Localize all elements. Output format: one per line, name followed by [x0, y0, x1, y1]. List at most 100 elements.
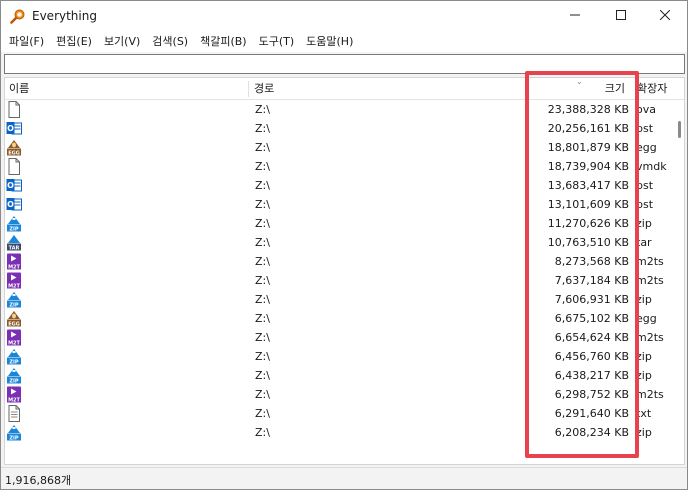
svg-text:O: O: [7, 200, 14, 209]
menu-edit[interactable]: 편집(E): [50, 32, 98, 52]
tar-archive-icon: TAR: [6, 234, 22, 251]
m2t-video-icon: M2T: [6, 329, 22, 346]
row-size: 6,298,752 KB: [554, 388, 629, 401]
menu-tools[interactable]: 도구(T): [253, 32, 301, 52]
table-row[interactable]: M2T Z:\ 6,298,752 KB m2ts: [5, 385, 677, 404]
row-path: Z:\: [255, 122, 270, 135]
table-row[interactable]: ZIP Z:\ 6,438,217 KB zip: [5, 366, 677, 385]
column-divider[interactable]: [248, 81, 249, 97]
table-row[interactable]: Z:\ 23,388,328 KB ova: [5, 100, 677, 119]
svg-text:ZIP: ZIP: [9, 303, 18, 309]
svg-text:ZIP: ZIP: [9, 379, 18, 385]
row-extension: txt: [636, 407, 652, 420]
window-title: Everything: [32, 9, 97, 23]
table-row[interactable]: ZIP Z:\ 6,456,760 KB zip: [5, 347, 677, 366]
row-extension: pst: [636, 198, 654, 211]
table-row[interactable]: M2T Z:\ 7,637,184 KB m2ts: [5, 271, 677, 290]
table-row[interactable]: Z:\ 6,291,640 KB txt: [5, 404, 677, 423]
table-row[interactable]: ZIP Z:\ 11,270,626 KB zip: [5, 214, 677, 233]
table-row[interactable]: O Z:\ 13,683,417 KB pst: [5, 176, 677, 195]
row-extension: m2ts: [636, 274, 664, 287]
menu-search[interactable]: 검색(S): [146, 32, 194, 52]
column-header-extension[interactable]: 확장자: [635, 78, 680, 100]
row-path: Z:\: [255, 426, 270, 439]
m2t-video-icon: M2T: [6, 386, 22, 403]
results-rows: Z:\ 23,388,328 KB ova O Z:\ 20,256,161 KB pst E…: [5, 100, 677, 464]
title-bar[interactable]: Everything: [1, 1, 687, 32]
row-path: Z:\: [255, 369, 270, 382]
minimize-icon: [570, 10, 580, 23]
row-path: Z:\: [255, 236, 270, 249]
row-extension: zip: [636, 369, 652, 382]
column-header-size[interactable]: 크기: [530, 78, 631, 100]
row-size: 6,654,624 KB: [554, 331, 629, 344]
column-header-name[interactable]: 이름: [9, 78, 247, 100]
search-input[interactable]: [5, 55, 684, 73]
row-path: Z:\: [255, 331, 270, 344]
vertical-scrollbar[interactable]: [675, 100, 684, 464]
magnifier-icon: [10, 8, 26, 24]
column-header-path[interactable]: 경로: [251, 78, 530, 100]
table-row[interactable]: ZIP Z:\ 6,208,234 KB zip: [5, 423, 677, 442]
maximize-button[interactable]: [598, 1, 644, 32]
row-extension: m2ts: [636, 388, 664, 401]
svg-text:ZIP: ZIP: [9, 227, 18, 233]
svg-text:O: O: [7, 181, 14, 190]
table-row[interactable]: ZIP Z:\ 7,606,931 KB zip: [5, 290, 677, 309]
row-size: 13,101,609 KB: [547, 198, 629, 211]
column-header-row: 이름 경로 ⌄ 크기 확장자: [5, 78, 684, 100]
m2t-video-icon: M2T: [6, 253, 22, 270]
row-size: 13,683,417 KB: [547, 179, 629, 192]
table-row[interactable]: O Z:\ 13,101,609 KB pst: [5, 195, 677, 214]
row-size: 7,637,184 KB: [554, 274, 629, 287]
row-path: Z:\: [255, 103, 270, 116]
status-bar: 1,916,868개: [1, 467, 687, 489]
svg-text:M2T: M2T: [8, 284, 20, 290]
svg-text:TAR: TAR: [9, 246, 20, 252]
row-size: 23,388,328 KB: [547, 103, 629, 116]
outlook-pst-icon: O: [6, 196, 22, 213]
scrollbar-thumb[interactable]: [678, 121, 681, 138]
row-extension: ova: [636, 103, 656, 116]
row-path: Z:\: [255, 388, 270, 401]
row-size: 6,291,640 KB: [554, 407, 629, 420]
menu-help[interactable]: 도움말(H): [300, 32, 359, 52]
zip-archive-icon: ZIP: [6, 291, 22, 308]
result-count: 1,916,868개: [5, 474, 72, 487]
row-extension: zip: [636, 293, 652, 306]
row-size: 6,456,760 KB: [554, 350, 629, 363]
row-path: Z:\: [255, 160, 270, 173]
menu-file[interactable]: 파일(F): [3, 32, 50, 52]
svg-text:ZIP: ZIP: [9, 360, 18, 366]
zip-archive-icon: ZIP: [6, 424, 22, 441]
close-icon: [659, 9, 671, 23]
blank-file-icon: [6, 158, 22, 175]
table-row[interactable]: M2T Z:\ 6,654,624 KB m2ts: [5, 328, 677, 347]
text-file-icon: [6, 405, 22, 422]
close-button[interactable]: [642, 1, 687, 32]
table-row[interactable]: Z:\ 18,739,904 KB vmdk: [5, 157, 677, 176]
row-path: Z:\: [255, 198, 270, 211]
row-size: 7,606,931 KB: [554, 293, 629, 306]
row-extension: egg: [636, 141, 657, 154]
row-path: Z:\: [255, 274, 270, 287]
row-size: 6,438,217 KB: [554, 369, 629, 382]
menu-view[interactable]: 보기(V): [98, 32, 146, 52]
results-list[interactable]: 이름 경로 ⌄ 크기 확장자 Z:\ 23,388,328 KB ova O Z:\ 20…: [4, 77, 685, 465]
table-row[interactable]: M2T Z:\ 8,273,568 KB m2ts: [5, 252, 677, 271]
row-size: 6,208,234 KB: [554, 426, 629, 439]
blank-file-icon: [6, 101, 22, 118]
menu-bookmarks[interactable]: 책갈피(B): [194, 32, 253, 52]
maximize-icon: [616, 10, 626, 23]
row-extension: vmdk: [636, 160, 667, 173]
row-path: Z:\: [255, 312, 270, 325]
m2t-video-icon: M2T: [6, 272, 22, 289]
zip-archive-icon: ZIP: [6, 215, 22, 232]
table-row[interactable]: EGG Z:\ 6,675,102 KB egg: [5, 309, 677, 328]
table-row[interactable]: O Z:\ 20,256,161 KB pst: [5, 119, 677, 138]
table-row[interactable]: EGG Z:\ 18,801,879 KB egg: [5, 138, 677, 157]
minimize-button[interactable]: [552, 1, 598, 32]
table-row[interactable]: TAR Z:\ 10,763,510 KB tar: [5, 233, 677, 252]
row-size: 11,270,626 KB: [547, 217, 629, 230]
row-extension: m2ts: [636, 255, 664, 268]
